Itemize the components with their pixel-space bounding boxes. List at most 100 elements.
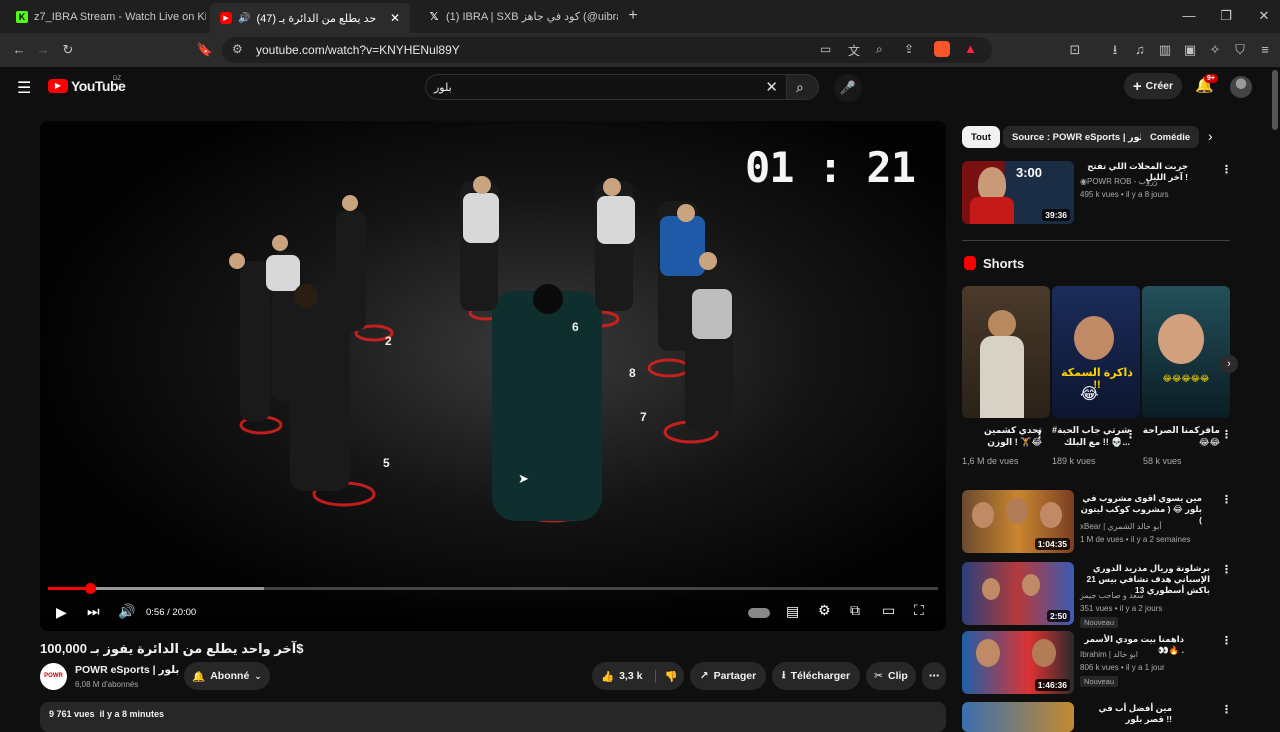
- play-icon[interactable]: ▶: [56, 604, 67, 621]
- recommended-thumbnail[interactable]: 1:46:36: [962, 631, 1074, 694]
- miniplayer-icon[interactable]: ⧉: [850, 602, 860, 619]
- ai-icon[interactable]: ✧: [1206, 41, 1224, 59]
- short-title[interactable]: مافركمنا الصراحة 😂😂: [1140, 424, 1220, 448]
- wallet-icon[interactable]: ▣: [1181, 41, 1199, 59]
- youtube-logo-icon[interactable]: ▶: [48, 79, 68, 93]
- more-options-icon[interactable]: ⋮: [1221, 163, 1232, 176]
- short-title[interactable]: تحدي كشمين الوزن ! 🏋️😂: [962, 424, 1042, 448]
- volume-icon[interactable]: 🔊: [118, 603, 135, 620]
- autoplay-toggle[interactable]: [748, 608, 770, 618]
- theater-mode-icon[interactable]: ▭: [882, 602, 895, 619]
- shorts-next-icon[interactable]: ›: [1220, 355, 1238, 373]
- reload-icon[interactable]: ↻: [59, 41, 77, 59]
- more-options-icon[interactable]: ⋮: [1221, 428, 1232, 441]
- more-options-icon[interactable]: ⋮: [1125, 428, 1136, 441]
- brave-shield-icon[interactable]: [934, 41, 950, 57]
- music-icon[interactable]: ♫: [1131, 41, 1149, 59]
- search-button[interactable]: ⌕: [787, 74, 819, 100]
- short-views: 189 k vues: [1052, 456, 1096, 466]
- progress-track[interactable]: [48, 583, 938, 594]
- maximize-icon[interactable]: ❐: [1218, 8, 1234, 24]
- like-icon[interactable]: 👍: [601, 670, 614, 683]
- short-emoji-row: 😂😂😂😂😂: [1162, 374, 1210, 383]
- translate-icon[interactable]: 文: [848, 42, 860, 59]
- video-timer-overlay: 01 : 21: [745, 143, 916, 192]
- like-count[interactable]: 3,3 k: [619, 670, 642, 682]
- address-bar[interactable]: ⚙ youtube.com/watch?v=KNYHENul89Y ▭ 文 ⌕ …: [222, 37, 992, 63]
- more-options-icon[interactable]: ⋮: [1034, 428, 1045, 441]
- channel-avatar[interactable]: POWR: [40, 663, 67, 690]
- clip-button[interactable]: ✂ Clip: [866, 662, 916, 690]
- bookmark-icon[interactable]: 🔖: [196, 41, 214, 59]
- recommended-thumbnail[interactable]: [962, 702, 1074, 732]
- cast-icon[interactable]: ▭: [820, 42, 831, 56]
- chip-all[interactable]: Tout: [962, 126, 1000, 148]
- zoom-icon[interactable]: ⌕: [876, 42, 883, 57]
- voice-search-icon[interactable]: 🎤: [834, 74, 862, 102]
- search-box[interactable]: بلور ✕: [425, 74, 787, 100]
- create-button[interactable]: + Créer: [1124, 73, 1182, 99]
- tab-youtube[interactable]: ▶ 🔊 (47) آخر واحد يطلع من الدائرة يـ ✕: [210, 3, 410, 33]
- divider: [962, 240, 1230, 241]
- short-thumbnail[interactable]: 😂😂😂😂😂: [1142, 286, 1230, 418]
- short-thumbnail[interactable]: ذاكرة السمكة !! 😂: [1052, 286, 1140, 418]
- more-actions-button[interactable]: ⋯: [922, 662, 946, 690]
- vpn-icon[interactable]: ⛉: [1231, 41, 1249, 59]
- fullscreen-icon[interactable]: ⛶: [914, 602, 924, 619]
- laugh-emoji-icon: 😂: [1080, 386, 1099, 403]
- video-player[interactable]: 5 7 8 6 2 01 : 21 ➤ ▶ ⏭ 🔊 0:56 / 20:00 ▤…: [40, 121, 946, 631]
- brave-rewards-icon[interactable]: ▲: [964, 41, 977, 56]
- site-info-icon[interactable]: ⚙: [232, 42, 243, 56]
- recommended-title[interactable]: مين أفضل أب في قصر بلور !!: [1080, 703, 1172, 725]
- progress-scrubber[interactable]: [84, 583, 96, 594]
- dislike-icon[interactable]: 👎: [655, 669, 678, 683]
- download-button[interactable]: ⭳ Télécharger: [772, 662, 860, 690]
- more-options-icon[interactable]: ⋮: [1221, 493, 1232, 506]
- short-views: 58 k vues: [1143, 456, 1182, 466]
- forward-icon[interactable]: →: [34, 41, 52, 59]
- more-options-icon[interactable]: ⋮: [1221, 634, 1232, 647]
- recommended-meta: 1 M de vues • il y a 2 semaines: [1080, 535, 1191, 544]
- more-options-icon[interactable]: ⋮: [1221, 563, 1232, 576]
- recommended-channel: xBear | أبو خالد الشمري: [1080, 522, 1162, 531]
- hamburger-icon[interactable]: ☰: [17, 78, 31, 98]
- chip-comedy[interactable]: Comédie: [1141, 126, 1200, 148]
- share-icon[interactable]: ⇪: [904, 42, 914, 56]
- share-button[interactable]: ↗ Partager: [690, 662, 766, 690]
- avatar[interactable]: [1230, 76, 1252, 98]
- recommended-thumbnail[interactable]: 2:50: [962, 562, 1074, 625]
- next-icon[interactable]: ⏭: [87, 603, 100, 620]
- url-text: youtube.com/watch?v=KNYHENul89Y: [256, 43, 460, 57]
- close-tab-icon[interactable]: ✕: [390, 11, 400, 25]
- chevron-right-icon[interactable]: ›: [1208, 128, 1213, 144]
- search-input[interactable]: بلور: [434, 81, 452, 94]
- clear-search-icon[interactable]: ✕: [765, 78, 778, 96]
- tab-title: (47) آخر واحد يطلع من الدائرة يـ: [256, 12, 377, 25]
- video-title: آخر واحد يطلع من الدائرة يفوز بـ 100,000…: [40, 641, 304, 656]
- screenshot-icon[interactable]: ⊡: [1066, 41, 1084, 59]
- new-tab-button[interactable]: +: [625, 8, 641, 24]
- settings-icon[interactable]: ⚙: [818, 602, 831, 619]
- chip-source[interactable]: Source : POWR eSports | بلور: [1003, 126, 1157, 148]
- channel-name[interactable]: POWR eSports | بلور: [75, 664, 179, 676]
- recommended-thumbnail[interactable]: 3:00 39:36: [962, 161, 1074, 224]
- description-box[interactable]: 9 761 vues il y a 8 minutes: [40, 702, 946, 732]
- recommended-thumbnail[interactable]: 1:04:35: [962, 490, 1074, 553]
- short-thumbnail[interactable]: [962, 286, 1050, 418]
- subtitles-icon[interactable]: ▤: [786, 603, 799, 620]
- tab-kick[interactable]: K z7_IBRA Stream - Watch Live on Kick: [6, 4, 206, 29]
- tab-x[interactable]: 𝕏 (1) IBRA | SXB كود في جاهز (@uibra_): [418, 4, 618, 29]
- sidebar-icon[interactable]: ▥: [1156, 41, 1174, 59]
- new-badge: Nouveau: [1080, 617, 1119, 628]
- menu-icon[interactable]: ≡: [1256, 41, 1274, 59]
- more-options-icon[interactable]: ⋮: [1221, 703, 1232, 716]
- download-icon[interactable]: ⭳: [1106, 41, 1124, 59]
- recommended-channel: Ibrahim | ابو خالد: [1080, 650, 1139, 659]
- scrollbar-thumb[interactable]: [1272, 70, 1278, 130]
- short-title[interactable]: #شرتي جاب الحبة مع البلك !! 💀...: [1050, 424, 1130, 448]
- minimize-icon[interactable]: —: [1181, 8, 1197, 24]
- page-scrollbar[interactable]: [1272, 70, 1278, 720]
- close-window-icon[interactable]: ✕: [1256, 8, 1272, 24]
- subscribed-button[interactable]: 🔔 Abonné ⌄: [184, 662, 270, 690]
- back-icon[interactable]: ←: [10, 41, 28, 59]
